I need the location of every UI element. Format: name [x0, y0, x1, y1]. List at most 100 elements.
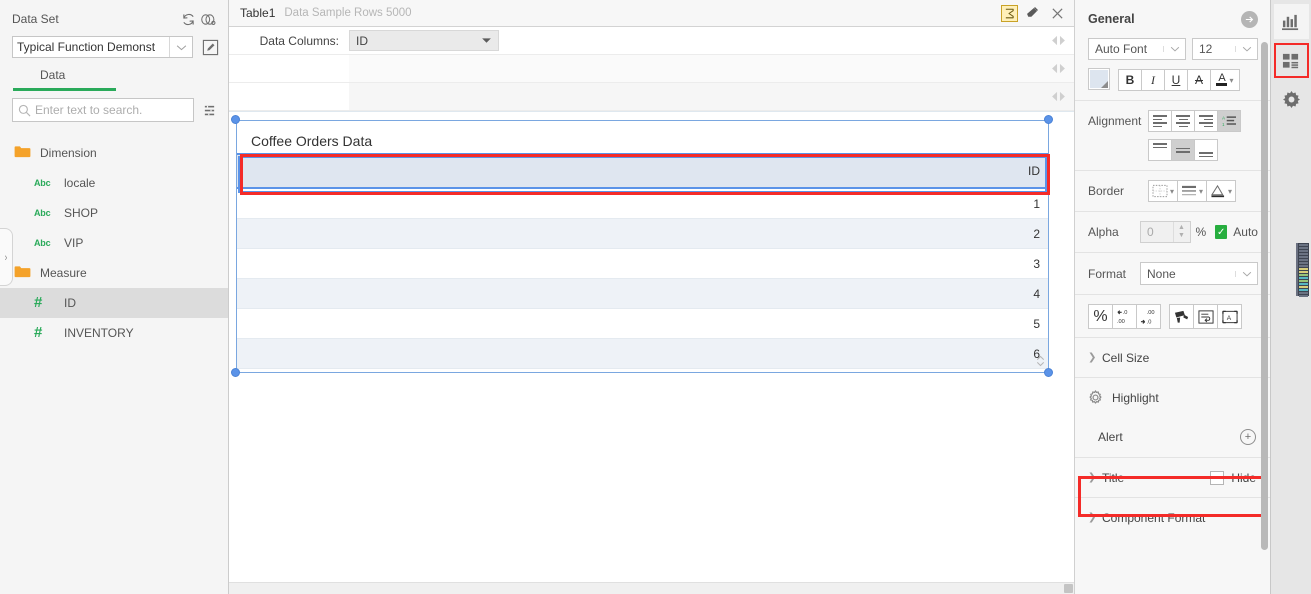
chevron-down-icon[interactable]: [1163, 46, 1185, 52]
canvas-horizontal-scrollbar[interactable]: [229, 582, 1074, 594]
italic-button[interactable]: I: [1141, 69, 1165, 91]
row-spinner[interactable]: [1034, 354, 1046, 368]
chevron-down-icon[interactable]: ▾: [1199, 187, 1203, 196]
align-bottom-button[interactable]: [1194, 139, 1218, 161]
border-color-button[interactable]: ▾: [1206, 180, 1237, 202]
chevron-down-icon[interactable]: [474, 37, 498, 44]
data-columns-cell[interactable]: [349, 83, 1074, 110]
align-right-button[interactable]: [1194, 110, 1218, 132]
sum-sigma-icon[interactable]: [1001, 4, 1018, 22]
eraser-icon[interactable]: [1021, 3, 1043, 23]
table-row[interactable]: 3: [237, 249, 1048, 279]
search-input[interactable]: [35, 103, 193, 117]
border-style-button[interactable]: ▾: [1148, 180, 1179, 202]
linked-data-icon[interactable]: [198, 9, 218, 29]
chevron-down-icon[interactable]: ▾: [1228, 187, 1232, 196]
table-row[interactable]: 2: [237, 219, 1048, 249]
properties-accordion: ❯ Cell Size Highlight Alert + ❯ Title Hi…: [1075, 337, 1270, 537]
font-size-select[interactable]: 12: [1192, 38, 1258, 60]
properties-scrollbar[interactable]: [1261, 42, 1268, 550]
sidebar-collapse-handle[interactable]: ›: [0, 228, 13, 286]
resize-handle-top-right[interactable]: [1044, 115, 1053, 124]
stepper-arrows[interactable]: ▲ ▼: [1172, 222, 1190, 242]
table-row[interactable]: 5: [237, 309, 1048, 339]
field-tree: Dimension Abc locale Abc SHOP Abc VIP Me…: [0, 138, 228, 594]
data-columns-select[interactable]: ID: [349, 30, 499, 51]
tree-node-locale[interactable]: Abc locale: [0, 168, 228, 198]
align-top-button[interactable]: [1148, 139, 1172, 161]
table-row[interactable]: 6: [237, 339, 1048, 369]
tree-node-id[interactable]: # ID: [0, 288, 228, 318]
tree-node-measure[interactable]: Measure: [0, 258, 228, 288]
chevron-down-icon[interactable]: [1235, 270, 1257, 277]
chevron-down-icon[interactable]: [169, 37, 192, 57]
section-alert[interactable]: Alert +: [1075, 417, 1270, 457]
strikethrough-button[interactable]: A: [1187, 69, 1211, 91]
left-right-arrows-icon[interactable]: [1042, 63, 1074, 74]
alpha-stepper[interactable]: 0 ▲ ▼: [1139, 221, 1191, 243]
data-columns-cell[interactable]: [349, 55, 1074, 82]
close-icon[interactable]: [1046, 3, 1068, 23]
table-row[interactable]: 4: [237, 279, 1048, 309]
increase-decimal-button[interactable]: .00 .0: [1136, 304, 1161, 329]
tree-node-inventory[interactable]: # INVENTORY: [0, 318, 228, 348]
section-highlight[interactable]: Highlight: [1075, 377, 1270, 417]
design-canvas[interactable]: Coffee Orders Data ID 1 2 3 4 5 6: [229, 111, 1074, 594]
tree-node-vip[interactable]: Abc VIP: [0, 228, 228, 258]
edit-dataset-icon[interactable]: [200, 37, 220, 57]
resize-handle-bottom-left[interactable]: [231, 368, 240, 377]
title-hide-checkbox[interactable]: [1210, 470, 1225, 485]
table-component[interactable]: Coffee Orders Data ID 1 2 3 4 5 6: [236, 120, 1049, 373]
left-right-arrows-icon[interactable]: [1042, 35, 1074, 46]
table-row[interactable]: 1: [237, 189, 1048, 219]
data-columns-cell: ID: [349, 27, 1074, 54]
bold-button[interactable]: B: [1118, 69, 1142, 91]
chevron-down-icon[interactable]: ▾: [1170, 187, 1174, 196]
tree-node-dimension[interactable]: Dimension: [0, 138, 228, 168]
font-color-button[interactable]: A ▾: [1210, 69, 1240, 91]
section-label: Cell Size: [1102, 350, 1150, 365]
alpha-auto-checkbox[interactable]: ✓: [1215, 225, 1228, 239]
table-cell: 2: [1033, 226, 1040, 241]
align-middle-button[interactable]: [1171, 139, 1195, 161]
decrease-decimal-button[interactable]: .0 .00: [1112, 304, 1137, 329]
dataset-select[interactable]: Typical Function Demonst: [12, 36, 193, 58]
tree-node-shop[interactable]: Abc SHOP: [0, 198, 228, 228]
search-box[interactable]: [12, 98, 194, 122]
border-weight-button[interactable]: ▾: [1177, 180, 1208, 202]
resize-handle-top-left[interactable]: [231, 115, 240, 124]
format-painter-button[interactable]: [1169, 304, 1194, 329]
percent-format-button[interactable]: %: [1088, 304, 1113, 329]
wrap-text-button[interactable]: [1193, 304, 1218, 329]
components-panel-icon[interactable]: [1273, 43, 1309, 78]
stepper-down-icon[interactable]: ▼: [1178, 232, 1185, 240]
code-minimap-overlay[interactable]: [1298, 243, 1309, 297]
arrow-right-circle-icon[interactable]: [1241, 10, 1258, 28]
align-auto-button[interactable]: A 1: [1217, 110, 1241, 132]
list-options-icon[interactable]: [198, 99, 220, 121]
auto-fit-text-button[interactable]: A: [1217, 304, 1242, 329]
align-center-button[interactable]: [1171, 110, 1195, 132]
settings-gear-icon[interactable]: [1274, 82, 1309, 117]
fill-color-swatch[interactable]: [1088, 68, 1110, 90]
horizontal-alignment-row: Alignment A 1: [1088, 110, 1258, 132]
chevron-down-icon[interactable]: [1235, 46, 1257, 52]
chart-panel-icon[interactable]: [1273, 4, 1309, 39]
left-right-arrows-icon[interactable]: [1042, 91, 1074, 102]
font-family-select[interactable]: Auto Font: [1088, 38, 1186, 60]
underline-button[interactable]: U: [1164, 69, 1188, 91]
resize-handle-bottom-right[interactable]: [1044, 368, 1053, 377]
chevron-down-icon[interactable]: ▾: [1229, 76, 1233, 85]
format-select[interactable]: None: [1140, 262, 1258, 285]
stepper-up-icon[interactable]: ▲: [1178, 224, 1185, 232]
section-cell-size[interactable]: ❯ Cell Size: [1075, 337, 1270, 377]
align-left-button[interactable]: [1148, 110, 1172, 132]
refresh-icon[interactable]: [178, 9, 198, 29]
section-component-format[interactable]: ❯ Component Format: [1075, 497, 1270, 537]
table-column-header[interactable]: ID: [237, 153, 1048, 189]
add-alert-icon[interactable]: +: [1240, 429, 1256, 445]
section-title[interactable]: ❯ Title Hide: [1075, 457, 1270, 497]
tab-data[interactable]: Data: [32, 68, 73, 86]
scrollbar-thumb[interactable]: [1064, 584, 1073, 593]
alpha-unit: %: [1195, 225, 1207, 239]
